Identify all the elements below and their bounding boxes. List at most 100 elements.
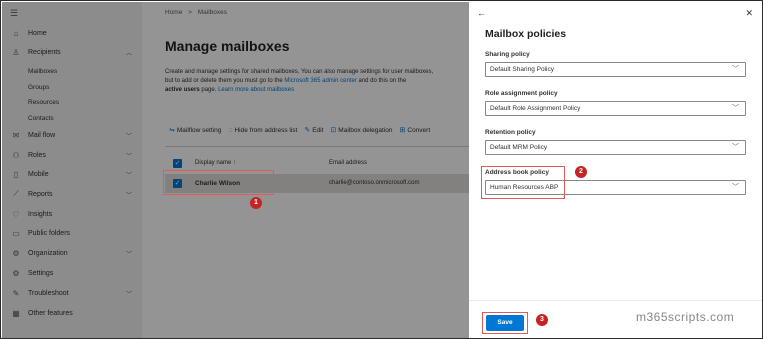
desc-text: and do this on the: [356, 78, 407, 84]
learn-more-link[interactable]: Learn more about mailboxes: [218, 87, 294, 93]
desc-text: Create and manage settings for shared ma…: [165, 69, 434, 75]
insights-icon: ♡: [12, 209, 20, 219]
back-arrow-icon[interactable]: ←: [477, 8, 486, 18]
sidebar-item-reports[interactable]: ⟋ Reports ﹀: [2, 185, 142, 203]
breadcrumb-home[interactable]: Home: [165, 9, 182, 16]
sidebar-item-label: Recipients: [28, 48, 61, 56]
breadcrumb-separator: >: [188, 9, 192, 16]
sidebar-item-label: Organization: [28, 249, 68, 257]
mail-icon: ✉: [12, 130, 20, 140]
panel-title: Mailbox policies: [485, 28, 567, 40]
mailbox-policies-panel: ← ✕ Mailbox policies Sharing policy Defa…: [469, 2, 762, 338]
mailbox-delegation-button[interactable]: ⊡ Mailbox delegation: [330, 126, 392, 135]
save-button[interactable]: Save: [486, 315, 524, 331]
role-assignment-policy-label: Role assignment policy: [485, 90, 558, 97]
breadcrumb: Home > Mailboxes: [165, 9, 231, 16]
chevron-down-icon: ﹀: [125, 154, 132, 160]
close-icon[interactable]: ✕: [745, 8, 753, 19]
sidebar-subitem-resources[interactable]: Resources: [28, 99, 59, 106]
sidebar-item-mobile[interactable]: ▯ Mobile ﹀: [2, 165, 142, 183]
sidebar-item-troubleshoot[interactable]: ✎ Troubleshoot ﹀: [2, 284, 142, 302]
toolbar-label: Mailflow setting: [176, 126, 222, 134]
delegation-icon: ⊡: [330, 127, 337, 134]
step-marker-3: 3: [536, 314, 548, 326]
email-address-cell: charlie@contoso.onmicrosoft.com: [329, 180, 420, 186]
page-description: Create and manage settings for shared ma…: [165, 68, 468, 95]
sidebar-item-label: Insights: [28, 210, 53, 218]
sidebar-item-other-features[interactable]: ▦ Other features: [2, 304, 142, 322]
sidebar-item-label: Mobile: [28, 170, 49, 178]
chevron-down-icon: ﹀: [125, 252, 132, 258]
toolbar: ⇋ Mailflow setting ◌ Hide from address lis…: [169, 126, 431, 135]
breadcrumb-mailboxes: Mailboxes: [197, 9, 228, 16]
edit-button[interactable]: ✎ Edit: [304, 126, 324, 135]
desc-text: page.: [199, 87, 219, 93]
chevron-down-icon: ﹀: [732, 184, 739, 191]
select-value: Default Sharing Policy: [490, 66, 554, 73]
chevron-down-icon: ﹀: [125, 173, 132, 179]
sidebar-item-mail-flow[interactable]: ✉ Mail flow ﹀: [2, 126, 142, 144]
person-icon: ♙: [12, 47, 20, 57]
sidebar-subitem-mailboxes[interactable]: Mailboxes: [28, 68, 57, 75]
panel-footer-divider: [469, 300, 762, 301]
chevron-down-icon: ﹀: [125, 193, 132, 199]
sidebar-item-roles[interactable]: ⚇ Roles ﹀: [2, 146, 142, 164]
watermark-text: m365scripts.com: [636, 310, 735, 324]
mailflow-icon: ⇋: [169, 127, 175, 134]
sidebar-item-insights[interactable]: ♡ Insights: [2, 205, 142, 223]
step-marker-1: 1: [250, 197, 262, 209]
chevron-up-icon: ︿: [125, 51, 132, 57]
sidebar-item-label: Troubleshoot: [28, 289, 69, 297]
wrench-icon: ✎: [12, 288, 20, 298]
mobile-icon: ▯: [13, 169, 19, 179]
sidebar-subitem-groups[interactable]: Groups: [28, 84, 49, 91]
eye-off-icon: ◌: [228, 126, 233, 134]
select-all-checkbox[interactable]: ✓: [173, 159, 182, 168]
sidebar-item-label: Reports: [28, 190, 53, 198]
sidebar: ☰ ⌂ Home ♙ Recipients ︿ Mailboxes Groups…: [2, 2, 142, 338]
gear-icon: ⚙: [12, 268, 20, 278]
sidebar-item-settings[interactable]: ⚙ Settings: [2, 264, 142, 282]
folder-icon: ▭: [12, 228, 20, 238]
sidebar-item-label: Public folders: [28, 229, 71, 237]
mailflow-setting-button[interactable]: ⇋ Mailflow setting: [169, 126, 222, 135]
pencil-icon: ✎: [304, 127, 311, 134]
toolbar-label: Edit: [312, 126, 324, 134]
sidebar-item-label: Mail flow: [28, 131, 56, 139]
table-header: ✓ Display name ↑ Email address: [169, 158, 469, 170]
chevron-down-icon: ﹀: [732, 66, 739, 73]
select-value: Default MRM Policy: [490, 144, 548, 151]
toolbar-label: Hide from address list: [234, 126, 298, 134]
roles-icon: ⚇: [12, 150, 20, 160]
app-window: ☰ ⌂ Home ♙ Recipients ︿ Mailboxes Groups…: [0, 0, 763, 339]
chevron-down-icon: ﹀: [732, 105, 739, 112]
home-icon: ⌂: [13, 28, 19, 38]
desc-text: but to add or delete them you must go to…: [165, 78, 285, 84]
convert-button[interactable]: ⊞ Convert: [399, 126, 431, 135]
toolbar-label: Convert: [407, 126, 431, 134]
column-display-name[interactable]: Display name ↑: [195, 160, 236, 166]
sharing-policy-label: Sharing policy: [485, 51, 530, 58]
grid-icon: ▦: [12, 308, 20, 318]
hamburger-icon[interactable]: ☰: [10, 8, 18, 19]
sharing-policy-select[interactable]: Default Sharing Policy ﹀: [485, 62, 746, 77]
row-highlight-box: [163, 170, 274, 195]
chevron-down-icon: ﹀: [125, 292, 132, 298]
hide-from-address-list-button[interactable]: ◌ Hide from address list: [228, 126, 297, 134]
retention-policy-select[interactable]: Default MRM Policy ﹀: [485, 140, 746, 155]
sidebar-item-public-folders[interactable]: ▭ Public folders: [2, 224, 142, 242]
role-assignment-policy-select[interactable]: Default Role Assignment Policy ﹀: [485, 101, 746, 116]
step-marker-2: 2: [575, 166, 587, 178]
column-email-address[interactable]: Email address: [329, 160, 367, 166]
sidebar-item-label: Settings: [28, 269, 54, 277]
sidebar-item-organization[interactable]: ⚙ Organization ﹀: [2, 244, 142, 262]
sidebar-item-label: Other features: [28, 309, 73, 317]
convert-icon: ⊞: [399, 127, 406, 134]
page-title: Manage mailboxes: [165, 38, 290, 54]
sidebar-subitem-contacts[interactable]: Contacts: [28, 115, 54, 122]
admin-center-link[interactable]: Microsoft 365 admin center: [284, 78, 356, 84]
chevron-down-icon: ﹀: [125, 134, 132, 140]
sidebar-item-home[interactable]: ⌂ Home: [2, 24, 142, 42]
sidebar-item-recipients[interactable]: ♙ Recipients ︿: [2, 43, 142, 61]
sidebar-item-label: Roles: [28, 151, 46, 159]
